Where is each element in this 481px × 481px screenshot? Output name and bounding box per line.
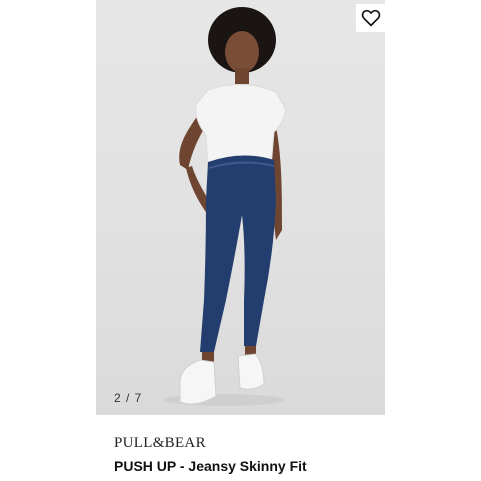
product-image[interactable] — [96, 0, 385, 415]
jeans — [200, 155, 276, 352]
heart-icon — [361, 9, 381, 27]
brand-name[interactable]: PULL&BEAR — [114, 435, 206, 452]
favorite-button[interactable] — [356, 4, 386, 32]
left-sneaker — [179, 359, 217, 405]
image-counter: 2 / 7 — [114, 391, 143, 405]
neck — [235, 68, 249, 84]
product-title: PUSH UP - Jeansy Skinny Fit — [114, 458, 307, 474]
right-sneaker — [237, 353, 265, 390]
model-illustration — [164, 7, 287, 406]
face — [225, 31, 259, 73]
